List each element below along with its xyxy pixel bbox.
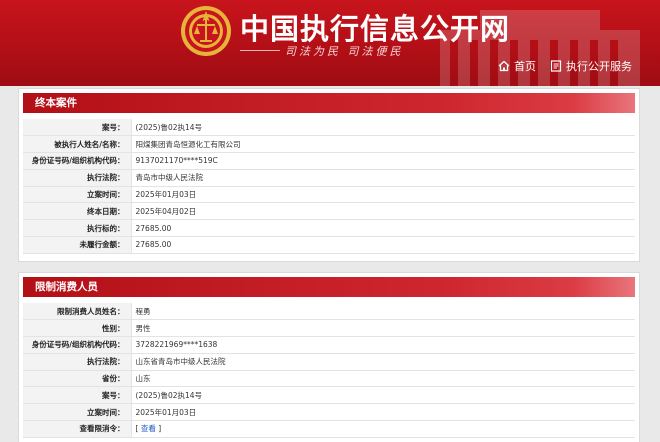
table-row: 执行标的： 27685.00 bbox=[23, 219, 635, 238]
field-value: 2025年04月02日 bbox=[131, 202, 635, 221]
table-row: 终本日期： 2025年04月02日 bbox=[23, 202, 635, 221]
field-label: 立案时间： bbox=[23, 186, 132, 204]
table-row: 案号： (2025)鲁02执14号 bbox=[23, 386, 635, 405]
field-label: 未履行金额： bbox=[23, 236, 132, 254]
site-title: 中国执行信息公开网 bbox=[240, 12, 511, 46]
table-row: 执行法院： 青岛市中级人民法院 bbox=[23, 169, 635, 187]
panel-title: 限制消费人员 bbox=[23, 277, 635, 297]
bracket-open: [ bbox=[135, 424, 139, 434]
field-value: 27685.00 bbox=[131, 236, 635, 254]
table-row: 限制消费人员姓名： 程勇 bbox=[23, 303, 635, 321]
field-value: 2025年01月03日 bbox=[131, 186, 635, 204]
field-value: 2025年01月03日 bbox=[131, 403, 635, 422]
case-info-table: 案号： (2025)鲁02执14号 被执行人姓名/名称： 阳煤集团青岛恒源化工有… bbox=[23, 119, 635, 254]
field-value: 程勇 bbox=[131, 303, 635, 321]
table-row: 立案时间： 2025年01月03日 bbox=[23, 186, 635, 204]
field-value: (2025)鲁02执14号 bbox=[131, 386, 635, 405]
slogan-divider bbox=[240, 50, 280, 51]
field-value: 阳煤集团青岛恒源化工有限公司 bbox=[131, 135, 635, 154]
document-icon bbox=[550, 60, 562, 72]
field-value: [ 查看 ] bbox=[131, 420, 635, 438]
field-label: 查看限消令： bbox=[23, 420, 132, 438]
field-label: 性别： bbox=[23, 319, 132, 338]
field-value: 男性 bbox=[131, 319, 635, 338]
field-label: 执行法院： bbox=[23, 169, 132, 187]
table-row: 被执行人姓名/名称： 阳煤集团青岛恒源化工有限公司 bbox=[23, 135, 635, 154]
nav-home-label: 首页 bbox=[514, 60, 536, 73]
field-label: 案号： bbox=[23, 386, 132, 405]
field-label: 执行法院： bbox=[23, 353, 132, 371]
terminated-case-panel: 终本案件 案号： (2025)鲁02执14号 被执行人姓名/名称： 阳煤集团青岛… bbox=[18, 88, 640, 262]
table-row: 身份证号码/组织机构代码： 9137021170****519C bbox=[23, 152, 635, 170]
table-row: 立案时间： 2025年01月03日 bbox=[23, 403, 635, 422]
table-row: 身份证号码/组织机构代码： 3728221969****1638 bbox=[23, 336, 635, 354]
field-value: 9137021170****519C bbox=[131, 152, 635, 170]
field-value: 3728221969****1638 bbox=[131, 336, 635, 354]
table-row: 执行法院： 山东省青岛市中级人民法院 bbox=[23, 353, 635, 371]
home-icon bbox=[498, 60, 510, 72]
bracket-close: ] bbox=[158, 424, 162, 434]
field-label: 被执行人姓名/名称： bbox=[23, 135, 132, 154]
top-nav: 首页 执行公开服务 bbox=[498, 58, 632, 74]
site-header: 中国执行信息公开网 司法为民 司法便民 首页 执行公开服务 bbox=[0, 0, 660, 86]
table-row: 未履行金额： 27685.00 bbox=[23, 236, 635, 254]
table-row: 省份： 山东 bbox=[23, 370, 635, 388]
nav-enforcement-services[interactable]: 执行公开服务 bbox=[550, 58, 632, 74]
table-row: 查看限消令： [ 查看 ] bbox=[23, 420, 635, 438]
field-value: 27685.00 bbox=[131, 219, 635, 238]
field-label: 身份证号码/组织机构代码： bbox=[23, 336, 132, 354]
court-emblem-icon bbox=[181, 6, 231, 56]
restriction-info-table: 限制消费人员姓名： 程勇 性别： 男性 身份证号码/组织机构代码： 372822… bbox=[23, 303, 635, 438]
field-value: 山东省青岛市中级人民法院 bbox=[131, 353, 635, 371]
panel-title: 终本案件 bbox=[23, 93, 635, 113]
nav-home[interactable]: 首页 bbox=[498, 58, 536, 74]
consumption-restriction-panel: 限制消费人员 限制消费人员姓名： 程勇 性别： 男性 身份证号码/组织机构代码：… bbox=[18, 272, 640, 442]
field-label: 省份： bbox=[23, 370, 132, 388]
field-label: 身份证号码/组织机构代码： bbox=[23, 152, 132, 170]
view-restriction-order-link[interactable]: 查看 bbox=[141, 424, 156, 433]
field-label: 限制消费人员姓名： bbox=[23, 303, 132, 321]
field-label: 执行标的： bbox=[23, 219, 132, 238]
field-label: 案号： bbox=[23, 119, 132, 137]
field-value: 山东 bbox=[131, 370, 635, 388]
table-row: 性别： 男性 bbox=[23, 319, 635, 338]
field-label: 终本日期： bbox=[23, 202, 132, 221]
field-label: 立案时间： bbox=[23, 403, 132, 422]
table-row: 案号： (2025)鲁02执14号 bbox=[23, 119, 635, 137]
field-value: 青岛市中级人民法院 bbox=[131, 169, 635, 187]
site-slogan: 司法为民 司法便民 bbox=[285, 45, 404, 58]
field-value: (2025)鲁02执14号 bbox=[131, 119, 635, 137]
nav-enforcement-services-label: 执行公开服务 bbox=[566, 60, 632, 73]
